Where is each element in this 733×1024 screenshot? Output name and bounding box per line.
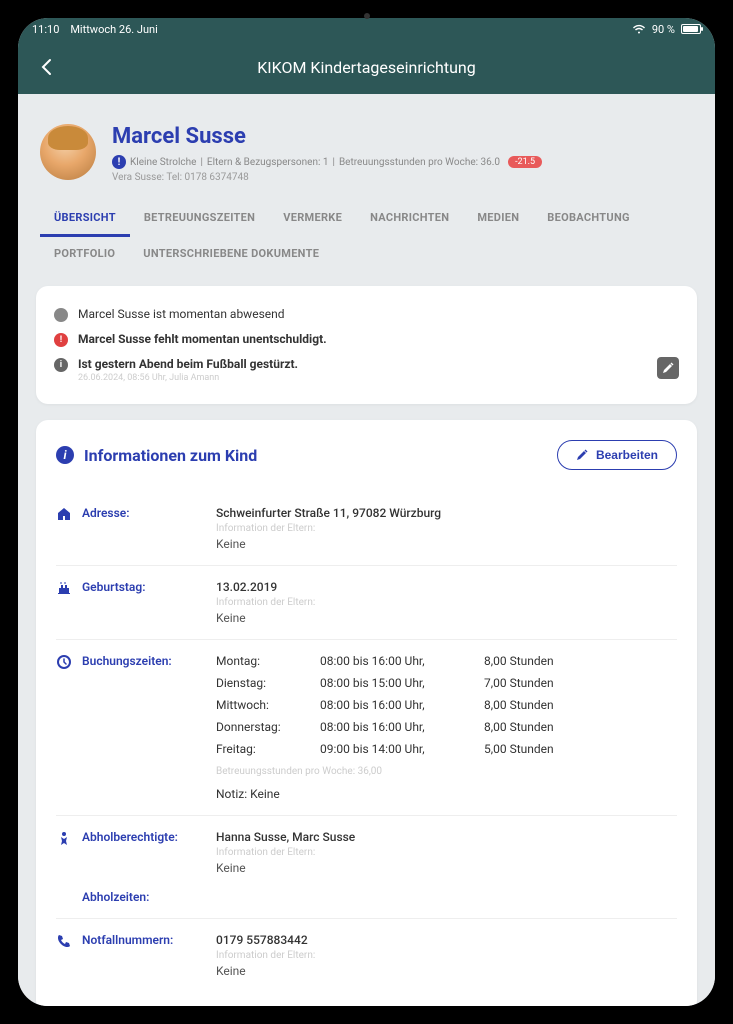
edit-button[interactable]: Bearbeiten xyxy=(557,440,677,470)
tab-media[interactable]: MEDIEN xyxy=(463,201,533,237)
info-icon: i xyxy=(56,446,74,464)
pickup-times-label: Abholzeiten: xyxy=(82,890,149,904)
info-icon: ! xyxy=(112,155,126,169)
pencil-icon xyxy=(662,362,674,374)
emergency-value: 0179 557883442 xyxy=(216,933,677,947)
pickup-value: Hanna Susse, Marc Susse xyxy=(216,830,677,844)
row-birthday: Geburtstag: 13.02.2019 Information der E… xyxy=(56,566,677,640)
avatar[interactable] xyxy=(40,124,96,180)
profile-section: Marcel Susse ! Kleine Strolche | Eltern … xyxy=(18,94,715,193)
back-button[interactable] xyxy=(32,53,60,81)
status-unexcused: Marcel Susse fehlt momentan unentschuldi… xyxy=(78,332,327,346)
booking-notiz: Notiz: Keine xyxy=(216,787,677,801)
tab-observation[interactable]: BEOBACHTUNG xyxy=(533,201,644,237)
cake-icon xyxy=(56,580,72,596)
row-pickup: Abholberechtigte: Abholzeiten: Hanna Sus… xyxy=(56,816,677,919)
row-emergency: Notfallnummern: 0179 557883442 Informati… xyxy=(56,919,677,992)
hours-badge: -21.5 xyxy=(508,156,542,168)
edit-note-button[interactable] xyxy=(657,357,679,379)
row-address: Adresse: Schweinfurter Straße 11, 97082 … xyxy=(56,492,677,566)
statusbar: 11:10 Mittwoch 26. Juni 90 % xyxy=(18,18,715,40)
home-icon xyxy=(56,506,72,522)
info-dot-icon: i xyxy=(54,358,68,372)
tab-portfolio[interactable]: PORTFOLIO xyxy=(40,237,129,270)
pencil-icon xyxy=(576,449,588,461)
status-time: 11:10 xyxy=(32,23,59,36)
profile-hours: Betreuungsstunden pro Woche: 36.0 xyxy=(339,157,500,168)
tab-messages[interactable]: NACHRICHTEN xyxy=(356,201,463,237)
schedule-table: Montag:08:00 bis 16:00 Uhr,8,00 StundenD… xyxy=(216,654,677,756)
status-note-meta: 26.06.2024, 08:56 Uhr, Julia Amann xyxy=(78,373,647,383)
booking-total: Betreuungsstunden pro Woche: 36,00 xyxy=(216,766,677,777)
tab-care-times[interactable]: BETREUUNGSZEITEN xyxy=(130,201,269,237)
status-note: Ist gestern Abend beim Fußball gestürzt. xyxy=(78,357,298,371)
person-icon xyxy=(56,830,72,846)
wifi-icon xyxy=(632,24,646,34)
profile-guardians: Eltern & Bezugspersonen: 1 xyxy=(207,157,329,168)
status-date: Mittwoch 26. Juni xyxy=(70,23,157,36)
birthday-value: 13.02.2019 xyxy=(216,580,677,594)
status-absent: Marcel Susse ist momentan abwesend xyxy=(78,307,679,321)
alert-icon: ! xyxy=(54,333,68,347)
profile-group: Kleine Strolche xyxy=(130,157,196,168)
app-header: KIKOM Kindertageseinrichtung xyxy=(18,40,715,94)
page-title: KIKOM Kindertageseinrichtung xyxy=(60,58,673,77)
clock-icon xyxy=(56,654,72,670)
battery-percent: 90 % xyxy=(652,23,675,36)
profile-contact: Vera Susse: Tel: 0178 6374748 xyxy=(112,172,542,183)
child-info-section: i Informationen zum Kind Bearbeiten Adre… xyxy=(36,420,697,1006)
section-title: Informationen zum Kind xyxy=(84,446,257,465)
tab-overview[interactable]: ÜBERSICHT xyxy=(40,201,130,237)
status-dot-icon xyxy=(54,308,68,322)
row-booking: Buchungszeiten: Montag:08:00 bis 16:00 U… xyxy=(56,640,677,816)
child-name: Marcel Susse xyxy=(112,124,542,149)
tab-signed-docs[interactable]: UNTERSCHRIEBENE DOKUMENTE xyxy=(129,237,333,270)
phone-icon xyxy=(56,933,72,949)
battery-icon xyxy=(681,24,701,34)
chevron-left-icon xyxy=(40,58,52,76)
tabs-nav: ÜBERSICHT BETREUUNGSZEITEN VERMERKE NACH… xyxy=(18,193,715,270)
address-value: Schweinfurter Straße 11, 97082 Würzburg xyxy=(216,506,677,520)
tab-notes[interactable]: VERMERKE xyxy=(269,201,356,237)
status-card: Marcel Susse ist momentan abwesend ! Mar… xyxy=(36,286,697,404)
